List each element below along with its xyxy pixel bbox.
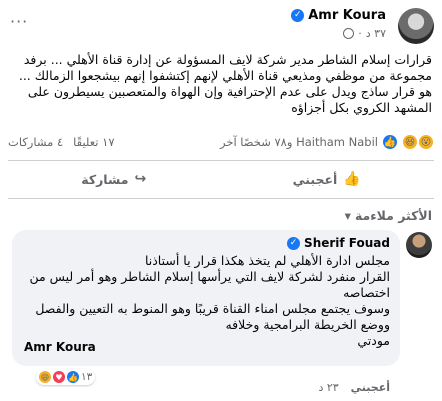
reactions-row: 😮 😆 👍 Haitham Nabil و٧٨ شخصًا آخر ١٧ تعل… (8, 132, 434, 152)
haha-reaction-icon: 😆 (39, 371, 51, 383)
love-reaction-icon: ♥ (53, 371, 65, 383)
haha-reaction-icon: 😆 (402, 134, 418, 150)
like-reaction-icon: 👍 (67, 371, 79, 383)
share-arrow-icon: ↪ (134, 171, 147, 187)
shares-count[interactable]: ٤ مشاركات (8, 135, 63, 149)
post-meta: ٣٧ د · (343, 27, 386, 40)
reaction-names[interactable]: Haitham Nabil و٧٨ شخصًا آخر (220, 135, 378, 149)
comment-line: وسوف يجتمع مجلس امناء القناة قريبًا وهو … (35, 301, 390, 332)
post-time[interactable]: ٣٧ د (366, 27, 386, 40)
verified-badge-icon: ✓ (291, 9, 305, 22)
comment-reactions[interactable]: 😆 ♥ 👍 ١٣ (36, 369, 96, 385)
comment-text: مجلس ادارة الأهلي لم يتخذ هكذا قرار يا أ… (22, 253, 390, 349)
comment-bubble: Sherif Fouad ✓ مجلس ادارة الأهلي لم يتخذ… (12, 230, 400, 366)
divider (8, 160, 434, 161)
comment-line: مجلس ادارة الأهلي لم يتخذ هكذا قرار يا أ… (144, 253, 390, 268)
comment-author[interactable]: Sherif Fouad ✓ (22, 236, 390, 250)
comment-like-button[interactable]: أعجبني (351, 381, 390, 394)
comment-signature: Amr Koura (24, 340, 96, 354)
divider (8, 198, 434, 199)
comment-line: القرار منفرد لشركة لايف التي يرأسها إسلا… (29, 269, 390, 300)
comment-actions: أعجبني ٢٣ د (318, 381, 390, 394)
share-button[interactable]: ↪ مشاركة (81, 171, 146, 187)
engagement-counts: ١٧ تعليقًا ٤ مشاركات (8, 135, 115, 149)
wow-reaction-icon: 😮 (418, 134, 434, 150)
comment-time[interactable]: ٢٣ د (318, 381, 338, 394)
reaction-summary[interactable]: 😮 😆 👍 Haitham Nabil و٧٨ شخصًا آخر (220, 134, 434, 150)
globe-icon (343, 28, 355, 39)
comment-sort-dropdown[interactable]: الأكثر ملاءمة ▾ (345, 208, 432, 223)
post-author-name[interactable]: Amr Koura (308, 8, 386, 23)
post-author[interactable]: Amr Koura ✓ (291, 8, 386, 23)
comments-count[interactable]: ١٧ تعليقًا (73, 135, 114, 149)
post-text: قرارات إسلام الشاطر مدير شركة لايف المسؤ… (18, 52, 432, 115)
like-button-label: أعجبني (292, 171, 338, 187)
comment-author-name[interactable]: Sherif Fouad (304, 236, 390, 250)
commenter-avatar[interactable] (406, 232, 432, 258)
author-avatar[interactable] (398, 8, 434, 44)
more-dots-icon[interactable]: ··· (10, 12, 28, 31)
comment-reactions-count: ١٣ (81, 371, 93, 383)
chevron-down-icon: ▾ (344, 208, 351, 223)
like-button[interactable]: 👍 أعجبني (293, 171, 361, 187)
share-button-label: مشاركة (81, 171, 129, 187)
thumbs-up-icon: 👍 (343, 171, 361, 187)
sort-label: الأكثر ملاءمة (354, 208, 432, 223)
facebook-post: Amr Koura ✓ ٣٧ د · ··· قرارات إسلام الشا… (0, 0, 442, 401)
verified-badge-icon: ✓ (287, 236, 301, 250)
post-actions: 👍 أعجبني ↪ مشاركة (8, 166, 434, 192)
like-reaction-icon: 👍 (382, 134, 398, 150)
